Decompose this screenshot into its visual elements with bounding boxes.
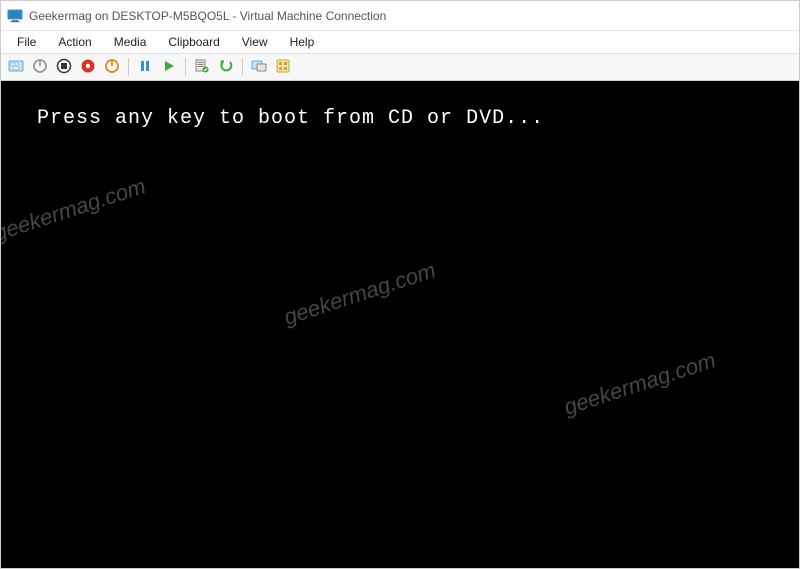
- titlebar: Geekermag on DESKTOP-M5BQO5L - Virtual M…: [1, 1, 799, 31]
- revert-icon: [218, 58, 234, 77]
- toolbar-separator: [185, 58, 186, 76]
- watermark: geekermag.com: [1, 173, 149, 246]
- app-monitor-icon: [7, 8, 23, 24]
- pause-button[interactable]: [134, 56, 156, 78]
- start-icon: [161, 58, 177, 77]
- turnoff-icon: [32, 58, 48, 77]
- save-button[interactable]: [77, 56, 99, 78]
- window-title: Geekermag on DESKTOP-M5BQO5L - Virtual M…: [29, 9, 386, 23]
- ctrl-alt-del-button[interactable]: [5, 56, 27, 78]
- save-icon: [80, 58, 96, 77]
- shutdown-icon: [56, 58, 72, 77]
- menu-help[interactable]: Help: [280, 33, 325, 51]
- power-button[interactable]: [101, 56, 123, 78]
- menu-media[interactable]: Media: [104, 33, 157, 51]
- vm-display[interactable]: Press any key to boot from CD or DVD... …: [1, 81, 799, 568]
- turnoff-button[interactable]: [29, 56, 51, 78]
- enhanced-session-icon: [251, 58, 267, 77]
- share-button[interactable]: [272, 56, 294, 78]
- checkpoint-icon: [194, 58, 210, 77]
- menubar: File Action Media Clipboard View Help: [1, 31, 799, 53]
- shutdown-button[interactable]: [53, 56, 75, 78]
- revert-button[interactable]: [215, 56, 237, 78]
- power-icon: [104, 58, 120, 77]
- toolbar: [1, 53, 799, 81]
- watermark: geekermag.com: [561, 347, 719, 420]
- menu-file[interactable]: File: [7, 33, 46, 51]
- toolbar-separator: [242, 58, 243, 76]
- share-icon: [275, 58, 291, 77]
- menu-action[interactable]: Action: [48, 33, 101, 51]
- menu-clipboard[interactable]: Clipboard: [158, 33, 229, 51]
- boot-message: Press any key to boot from CD or DVD...: [37, 107, 544, 130]
- enhanced-session-button[interactable]: [248, 56, 270, 78]
- toolbar-separator: [128, 58, 129, 76]
- watermark: geekermag.com: [281, 257, 439, 330]
- ctrl-alt-del-icon: [8, 58, 24, 77]
- menu-view[interactable]: View: [232, 33, 278, 51]
- checkpoint-button[interactable]: [191, 56, 213, 78]
- start-button[interactable]: [158, 56, 180, 78]
- pause-icon: [137, 58, 153, 77]
